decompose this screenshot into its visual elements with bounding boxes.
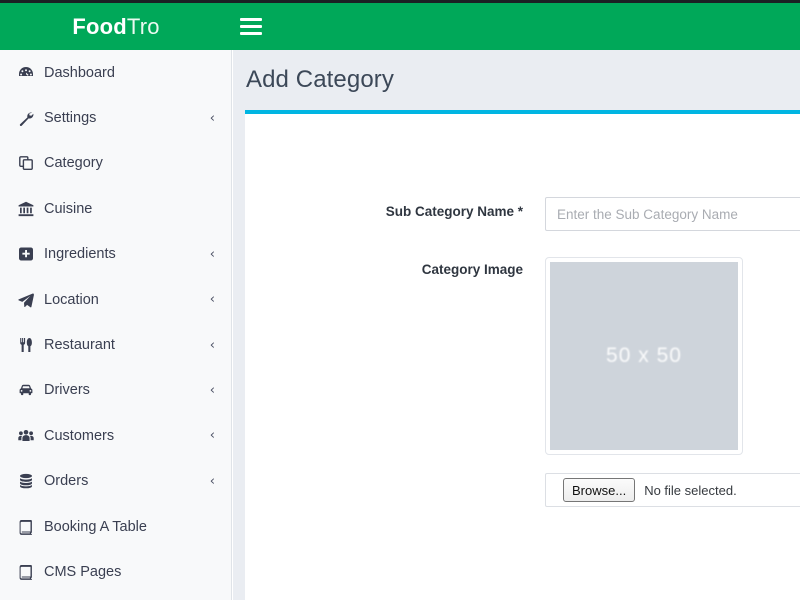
copy-icon bbox=[18, 155, 44, 171]
wrench-icon bbox=[18, 110, 44, 127]
top-navbar: Food Tro bbox=[0, 3, 800, 50]
form-body: Sub Category Name * Category Image 50 x … bbox=[245, 197, 800, 600]
sidebar-item-drivers[interactable]: Drivers ‹ bbox=[0, 368, 231, 413]
top-dark-strip bbox=[0, 0, 800, 3]
paper-plane-icon bbox=[18, 292, 44, 308]
chevron-left-icon: ‹ bbox=[209, 110, 215, 126]
chevron-left-icon: ‹ bbox=[209, 382, 215, 398]
sidebar-item-label: Customers bbox=[44, 427, 115, 444]
file-input[interactable]: Browse... No file selected. bbox=[545, 473, 800, 507]
book-icon bbox=[18, 564, 44, 580]
sidebar-item-label: Location bbox=[44, 291, 99, 308]
hamburger-bar bbox=[240, 24, 262, 28]
category-image-thumbnail: 50 x 50 bbox=[545, 257, 743, 455]
field-row-file-upload: Browse... No file selected. bbox=[245, 473, 800, 507]
sidebar-nav: Dashboard Settings ‹ Category Cuisine Ingredi… bbox=[0, 50, 232, 600]
brand-name-strong: Food bbox=[72, 13, 127, 39]
page-header: Add Category bbox=[233, 50, 800, 110]
category-image-placeholder: 50 x 50 bbox=[550, 262, 738, 450]
sidebar-item-label: Dashboard bbox=[44, 64, 115, 81]
users-icon bbox=[18, 428, 44, 444]
sidebar-item-booking-a-table[interactable]: Booking A Table bbox=[0, 504, 231, 549]
hamburger-icon[interactable] bbox=[240, 16, 262, 36]
chevron-left-icon: ‹ bbox=[209, 337, 215, 353]
sidebar-item-label: Category bbox=[44, 155, 103, 172]
category-image-label: Category Image bbox=[421, 262, 523, 277]
bank-icon bbox=[18, 201, 44, 217]
page-title: Add Category bbox=[246, 66, 394, 93]
sidebar-item-label: Orders bbox=[44, 473, 89, 490]
database-icon bbox=[18, 473, 44, 489]
form-panel: Sub Category Name * Category Image 50 x … bbox=[245, 110, 800, 600]
sidebar-item-label: Drivers bbox=[44, 382, 90, 399]
sidebar-item-ingredients[interactable]: Ingredients ‹ bbox=[0, 232, 231, 277]
brand-name-light: Tro bbox=[126, 13, 160, 39]
brand-logo[interactable]: Food Tro bbox=[0, 3, 232, 50]
dashboard-icon bbox=[18, 65, 44, 81]
browse-button[interactable]: Browse... bbox=[563, 478, 636, 502]
sidebar-item-label: Restaurant bbox=[44, 337, 115, 354]
file-upload-control: Browse... No file selected. bbox=[545, 473, 800, 507]
sidebar-item-location[interactable]: Location ‹ bbox=[0, 277, 231, 322]
field-row-category-image: Category Image 50 x 50 bbox=[245, 257, 800, 455]
sidebar-item-restaurant[interactable]: Restaurant ‹ bbox=[0, 322, 231, 367]
sidebar-item-orders[interactable]: Orders ‹ bbox=[0, 459, 231, 504]
sidebar-item-label: Cuisine bbox=[44, 200, 93, 217]
category-image-control: 50 x 50 bbox=[545, 257, 800, 455]
image-placeholder-text: 50 x 50 bbox=[606, 344, 682, 367]
chevron-left-icon: ‹ bbox=[209, 292, 215, 308]
file-upload-spacer bbox=[245, 473, 545, 478]
sidebar-item-settings[interactable]: Settings ‹ bbox=[0, 95, 231, 140]
sidebar-item-cms-pages[interactable]: CMS Pages bbox=[0, 549, 231, 594]
chevron-left-icon: ‹ bbox=[209, 428, 215, 444]
sidebar-item-customers[interactable]: Customers ‹ bbox=[0, 413, 231, 458]
sub-category-name-input[interactable] bbox=[545, 197, 800, 231]
sidebar-item-dashboard[interactable]: Dashboard bbox=[0, 50, 231, 95]
file-selected-status: No file selected. bbox=[644, 482, 737, 498]
hamburger-bar bbox=[240, 31, 262, 35]
chevron-left-icon: ‹ bbox=[209, 473, 215, 489]
chevron-left-icon: ‹ bbox=[209, 246, 215, 262]
sub-category-name-label: Sub Category Name * bbox=[385, 204, 523, 219]
content-area: Add Category Sub Category Name * Categor… bbox=[233, 50, 800, 600]
app-root: Food Tro Dashboard Settings ‹ Category Cuisin… bbox=[0, 0, 800, 600]
sidebar-item-label: Ingredients bbox=[44, 246, 116, 263]
sub-category-name-control bbox=[545, 197, 800, 231]
plus-square-icon bbox=[18, 246, 44, 262]
sidebar-item-label: Settings bbox=[44, 110, 97, 127]
book-icon bbox=[18, 519, 44, 535]
cutlery-icon bbox=[18, 337, 44, 353]
sidebar-item-category[interactable]: Category bbox=[0, 141, 231, 186]
hamburger-bar bbox=[240, 17, 262, 21]
sidebar-item-cuisine[interactable]: Cuisine bbox=[0, 186, 231, 231]
car-icon bbox=[18, 382, 44, 398]
field-row-sub-category-name: Sub Category Name * bbox=[245, 197, 800, 231]
sidebar-item-label: CMS Pages bbox=[44, 563, 122, 580]
sidebar-item-label: Booking A Table bbox=[44, 518, 147, 535]
